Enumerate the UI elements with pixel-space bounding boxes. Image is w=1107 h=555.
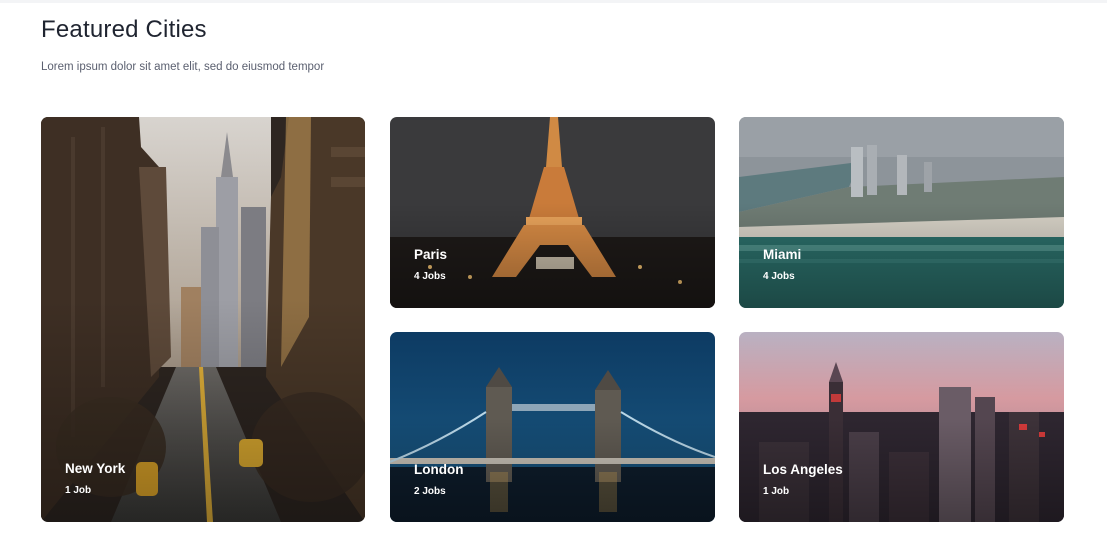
job-count: 1 Job bbox=[65, 485, 92, 496]
job-count: 1 Job bbox=[763, 486, 790, 497]
section-subtitle: Lorem ipsum dolor sit amet elit, sed do … bbox=[41, 61, 325, 73]
job-count: 4 Jobs bbox=[414, 271, 446, 282]
city-name: Paris bbox=[414, 247, 448, 262]
city-name: Miami bbox=[763, 247, 802, 262]
city-card-paris[interactable]: Paris 4 Jobs bbox=[390, 117, 715, 308]
city-card-los-angeles[interactable]: Los Angeles 1 Job bbox=[739, 332, 1064, 522]
city-card-miami[interactable]: Miami 4 Jobs bbox=[739, 117, 1064, 308]
city-name: Los Angeles bbox=[763, 462, 843, 477]
job-count: 4 Jobs bbox=[763, 271, 795, 282]
city-card-london[interactable]: London 2 Jobs bbox=[390, 332, 715, 522]
section-title: Featured Cities bbox=[41, 16, 207, 43]
city-card-new-york[interactable]: New York 1 Job bbox=[41, 117, 365, 522]
job-count: 2 Jobs bbox=[414, 486, 446, 497]
city-name: London bbox=[414, 462, 464, 477]
top-divider bbox=[0, 0, 1107, 3]
city-name: New York bbox=[65, 461, 126, 476]
